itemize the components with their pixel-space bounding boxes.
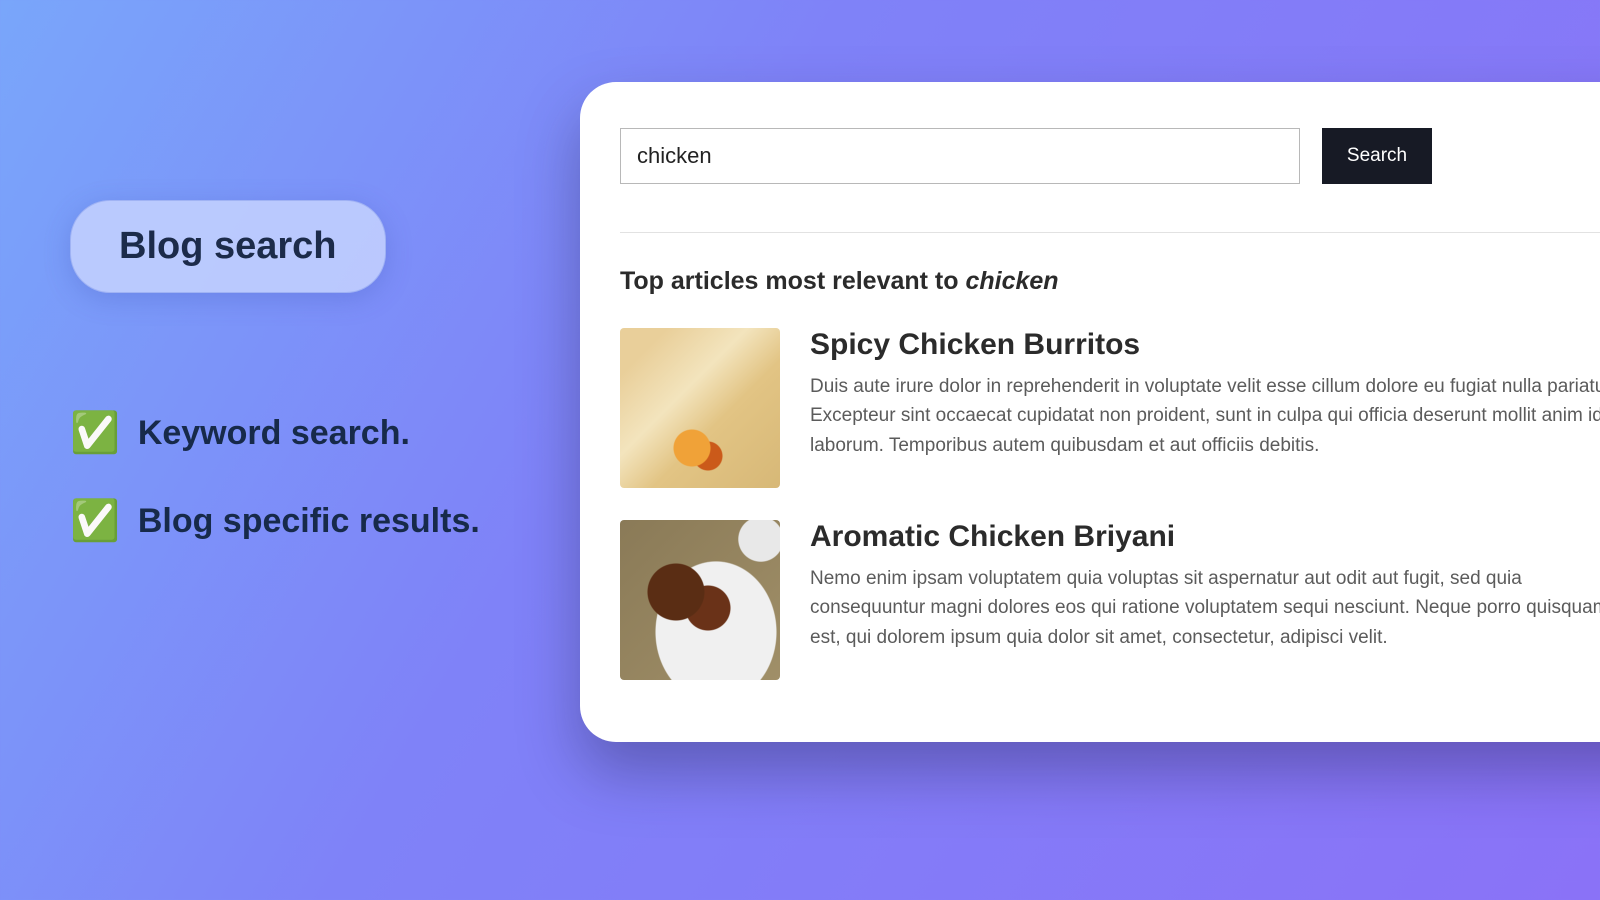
result-body: Aromatic Chicken Briyani Nemo enim ipsam… <box>810 520 1600 680</box>
results-heading-prefix: Top articles most relevant to <box>620 267 965 295</box>
promo-pill-label: Blog search <box>119 225 337 267</box>
search-input[interactable] <box>620 128 1300 184</box>
promo-feature-text: Blog specific results. <box>138 502 480 541</box>
results-heading-term: chicken <box>965 267 1058 295</box>
result-item[interactable]: Aromatic Chicken Briyani Nemo enim ipsam… <box>620 520 1600 680</box>
promo-panel: Blog search ✅ Keyword search. ✅ Blog spe… <box>70 200 570 589</box>
result-thumbnail <box>620 328 780 488</box>
result-title[interactable]: Spicy Chicken Burritos <box>810 328 1600 362</box>
result-snippet: Nemo enim ipsam voluptatem quia voluptas… <box>810 564 1600 652</box>
result-title[interactable]: Aromatic Chicken Briyani <box>810 520 1600 554</box>
results-heading: Top articles most relevant to chicken <box>620 267 1600 296</box>
search-row: Search <box>620 128 1600 184</box>
promo-feature-item: ✅ Blog specific results. <box>70 501 570 541</box>
promo-feature-list: ✅ Keyword search. ✅ Blog specific result… <box>70 413 570 541</box>
search-button[interactable]: Search <box>1322 128 1432 184</box>
search-card: Search Top articles most relevant to chi… <box>580 82 1600 742</box>
promo-pill: Blog search <box>70 200 386 293</box>
result-item[interactable]: Spicy Chicken Burritos Duis aute irure d… <box>620 328 1600 488</box>
check-icon: ✅ <box>70 413 120 453</box>
result-thumbnail <box>620 520 780 680</box>
result-body: Spicy Chicken Burritos Duis aute irure d… <box>810 328 1600 488</box>
result-snippet: Duis aute irure dolor in reprehenderit i… <box>810 372 1600 460</box>
promo-feature-item: ✅ Keyword search. <box>70 413 570 453</box>
divider <box>620 232 1600 233</box>
check-icon: ✅ <box>70 501 120 541</box>
promo-feature-text: Keyword search. <box>138 414 410 453</box>
